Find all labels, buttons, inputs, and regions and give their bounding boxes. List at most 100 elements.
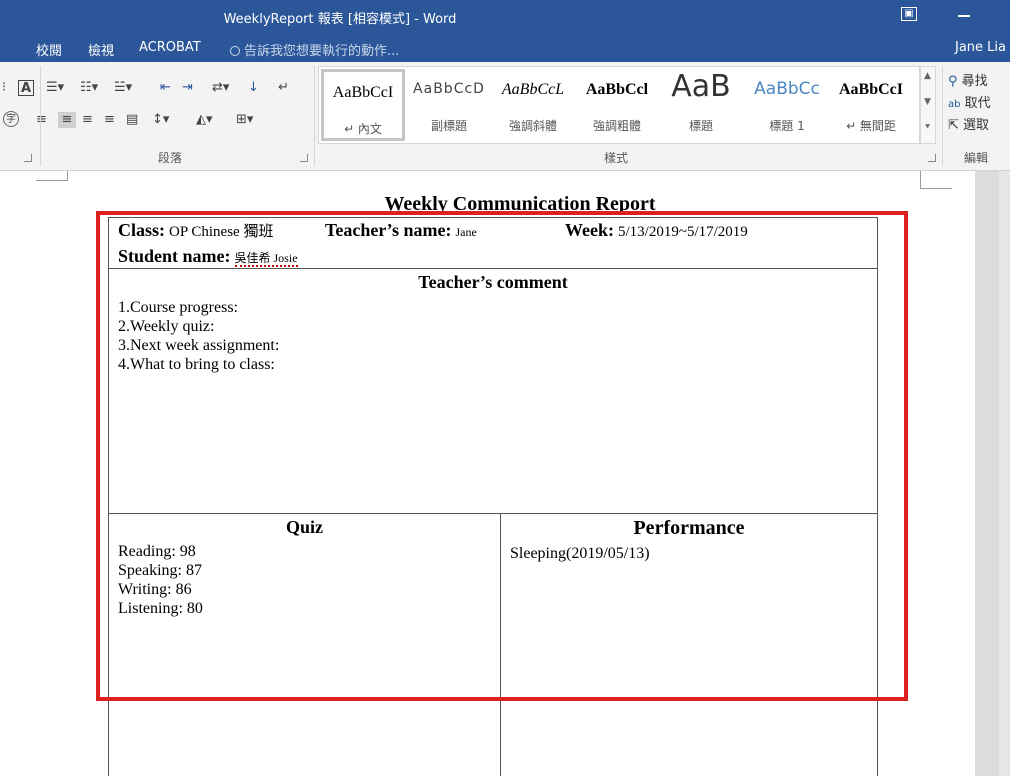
style-name: ↵ 內文 [344, 122, 382, 136]
style-name: 副標題 [430, 119, 467, 133]
performance-header: Performance [501, 517, 877, 540]
tell-me-text: 告訴我您想要執行的動作... [244, 44, 400, 59]
style-sample: AaB [671, 69, 731, 104]
comment-line[interactable]: 3.Next week assignment: [118, 336, 279, 355]
styles-gallery-scroll[interactable]: ▲ ▼ ⯆ [920, 66, 936, 144]
table-divider [109, 268, 877, 269]
align-center-icon[interactable]: ≡ [58, 112, 76, 128]
style-sample: AaBbCcl [585, 81, 649, 98]
bullets-icon[interactable]: ☰▾ [46, 80, 64, 96]
enclose-char-icon[interactable]: 字 [3, 111, 19, 127]
week-label: Week: [565, 220, 614, 240]
borders-icon[interactable]: ⊞▾ [236, 112, 253, 128]
student-field[interactable]: Student name: 吳佳希 Josie [118, 246, 298, 267]
scroll-up-icon[interactable]: ▲ [924, 71, 931, 81]
style-no-spacing[interactable]: AaBbCcI ↵ 無間距 [829, 69, 913, 141]
tab-view[interactable]: 檢視 [88, 40, 114, 59]
table-divider [109, 513, 877, 514]
quiz-header-text: Quiz [285, 517, 323, 537]
student-value: 吳佳希 Josie [234, 251, 298, 267]
decrease-indent-icon[interactable]: ⇤ [160, 80, 171, 96]
sort-icon[interactable]: ↓ [248, 80, 259, 96]
align-left-icon[interactable]: ≡ [36, 112, 47, 128]
group-divider [942, 66, 943, 166]
style-name: 標題 1 [769, 119, 805, 133]
font-icon[interactable]: ⁝ [2, 80, 16, 96]
quiz-score[interactable]: Speaking: 87 [118, 561, 202, 580]
align-right-icon[interactable]: ≡ [82, 112, 93, 128]
document-canvas[interactable]: Weekly Communication Report Class: OP Ch… [0, 171, 975, 776]
week-field[interactable]: Week: 5/13/2019~5/17/2019 [565, 220, 748, 241]
style-strong[interactable]: AaBbCcl 強調粗體 [575, 69, 659, 141]
ribbon-display-options-icon[interactable]: ▣ [901, 7, 917, 21]
style-sample: AaBbCc [754, 79, 820, 99]
show-marks-icon[interactable]: ↵ [278, 80, 289, 96]
increase-indent-icon[interactable]: ⇥ [182, 80, 193, 96]
search-icon: ⚲ [948, 74, 958, 89]
class-field[interactable]: Class: OP Chinese 獨班 [118, 220, 273, 241]
distributed-icon[interactable]: ▤ [126, 112, 138, 128]
replace-icon: ab [948, 99, 961, 110]
performance-header-text: Performance [633, 517, 745, 539]
table-column-divider [500, 513, 501, 776]
teacher-value: Jane [455, 225, 477, 239]
lightbulb-icon [230, 46, 240, 56]
cursor-icon: ⇱ [948, 118, 959, 133]
performance-entry[interactable]: Sleeping(2019/05/13) [510, 544, 650, 563]
title-bar: WeeklyReport 報表 [相容模式] - Word ▣ [0, 0, 1010, 33]
tab-review[interactable]: 校閱 [36, 40, 62, 59]
style-heading-1[interactable]: AaBbCc 標題 1 [745, 69, 829, 141]
style-sample: AaBbCcI [332, 84, 394, 101]
user-account[interactable]: Jane Lia [955, 40, 1006, 55]
style-sample: AaBbCcI [838, 81, 903, 98]
comment-header-text: Teacher’s comment [418, 272, 568, 292]
teacher-field[interactable]: Teacher’s name: Jane [325, 220, 477, 241]
ribbon: ⁝ A 字 ☰▾ ☷▾ ☱▾ ⇤ ⇥ ⇄▾ ↓ ↵ ≡ ≡ ≡ ≡ ▤ ↕▾ ◭… [0, 62, 1010, 171]
report-table[interactable]: Class: OP Chinese 獨班 Teacher’s name: Jan… [108, 217, 878, 776]
scrollbar-thumb[interactable] [975, 171, 999, 776]
week-value: 5/13/2019~5/17/2019 [618, 224, 748, 240]
more-styles-icon[interactable]: ⯆ [924, 123, 931, 133]
ribbon-tabs: 校閱 檢視 ACROBAT 告訴我您想要執行的動作... Jane Lia [0, 33, 1010, 62]
vertical-scrollbar[interactable] [975, 171, 1010, 776]
document-title[interactable]: Weekly Communication Report [340, 193, 700, 216]
find-label: 尋找 [961, 74, 988, 89]
quiz-score[interactable]: Listening: 80 [118, 599, 203, 618]
select-button[interactable]: ⇱ 選取 [948, 114, 989, 133]
style-emphasis[interactable]: AaBbCcL 強調斜體 [491, 69, 575, 141]
line-spacing-icon[interactable]: ↕▾ [152, 112, 169, 128]
shading-icon[interactable]: ◭▾ [196, 112, 213, 128]
comment-line[interactable]: 2.Weekly quiz: [118, 317, 214, 336]
multilevel-list-icon[interactable]: ☱▾ [114, 80, 132, 96]
style-title[interactable]: AaB 標題 [659, 69, 743, 141]
minimize-button[interactable] [958, 15, 970, 17]
numbering-icon[interactable]: ☷▾ [80, 80, 98, 96]
select-label: 選取 [963, 118, 990, 133]
teacher-label: Teacher’s name: [325, 220, 452, 240]
style-name: 標題 [688, 119, 713, 133]
paragraph-launcher-icon[interactable] [300, 154, 308, 162]
font-launcher-icon[interactable] [24, 154, 32, 162]
tab-acrobat[interactable]: ACROBAT [139, 40, 201, 55]
justify-icon[interactable]: ≡ [104, 112, 115, 128]
comment-line[interactable]: 4.What to bring to class: [118, 355, 275, 374]
window-title: WeeklyReport 報表 [相容模式] - Word [223, 12, 457, 27]
comment-line[interactable]: 1.Course progress: [118, 298, 238, 317]
style-subtitle[interactable]: AaBbCcD 副標題 [407, 69, 491, 141]
styles-launcher-icon[interactable] [928, 154, 936, 162]
replace-label: 取代 [964, 96, 991, 111]
style-normal[interactable]: AaBbCcI ↵ 內文 [321, 69, 405, 141]
style-name: 強調粗體 [592, 119, 641, 133]
group-divider [40, 66, 41, 166]
editing-group-label: 編輯 [964, 151, 989, 165]
text-direction-icon[interactable]: ⇄▾ [212, 80, 229, 96]
find-button[interactable]: ⚲ 尋找 [948, 70, 988, 89]
tell-me-search[interactable]: 告訴我您想要執行的動作... [230, 40, 399, 59]
scroll-down-icon[interactable]: ▼ [924, 97, 931, 107]
style-sample: AaBbCcD [413, 81, 485, 97]
quiz-score[interactable]: Reading: 98 [118, 542, 196, 561]
quiz-score[interactable]: Writing: 86 [118, 580, 192, 599]
margin-corner-mark [36, 171, 68, 181]
text-border-icon[interactable]: A [18, 80, 34, 96]
replace-button[interactable]: ab 取代 [948, 92, 991, 111]
